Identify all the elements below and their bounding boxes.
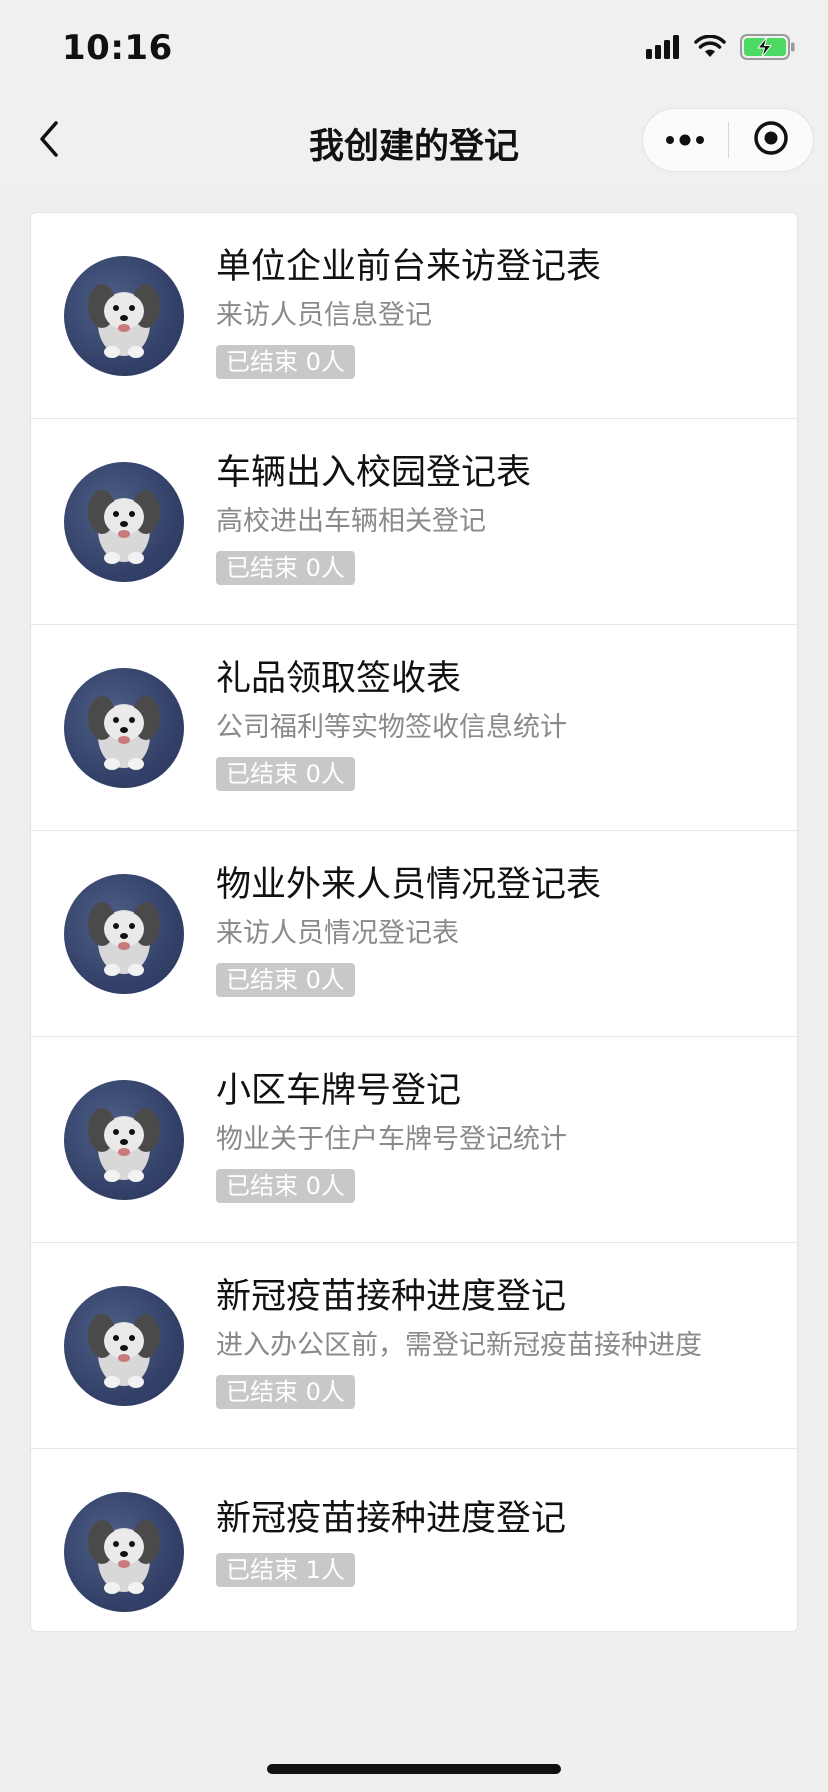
nav-bar: 我创建的登记 (0, 98, 828, 188)
list-item[interactable]: 物业外来人员情况登记表 来访人员情况登记表 已结束 0人 (31, 831, 797, 1037)
list-item-text: 新冠疫苗接种进度登记 已结束 1人 (216, 1497, 777, 1587)
list-item-title: 物业外来人员情况登记表 (216, 865, 602, 905)
dog-avatar-image (64, 1080, 184, 1200)
list-item-text: 礼品领取签收表 公司福利等实物签收信息统计 已结束 0人 (216, 657, 777, 791)
list-item-text: 单位企业前台来访登记表 来访人员信息登记 已结束 0人 (216, 245, 777, 379)
list-item[interactable]: 礼品领取签收表 公司福利等实物签收信息统计 已结束 0人 (31, 625, 797, 831)
status-icons (646, 34, 796, 64)
dog-avatar-image (64, 1286, 184, 1406)
dog-avatar-image (64, 668, 184, 788)
list-item-text: 车辆出入校园登记表 高校进出车辆相关登记 已结束 0人 (216, 451, 777, 585)
list-item-subtitle: 来访人员信息登记 (216, 300, 432, 331)
more-button[interactable] (643, 109, 728, 171)
wifi-icon (694, 34, 726, 63)
list-item-title: 新冠疫苗接种进度登记 (216, 1277, 567, 1317)
battery-charging-icon (740, 34, 796, 64)
list-item-title: 礼品领取签收表 (216, 659, 462, 699)
more-dots-icon (665, 131, 705, 150)
home-indicator[interactable] (267, 1764, 561, 1774)
list-item-subtitle: 进入办公区前，需登记新冠疫苗接种进度 (216, 1330, 702, 1361)
list-item-text: 新冠疫苗接种进度登记 进入办公区前，需登记新冠疫苗接种进度 已结束 0人 (216, 1275, 777, 1409)
status-badge: 已结束 0人 (216, 345, 355, 379)
list-item-title: 车辆出入校园登记表 (216, 453, 532, 493)
list-item-text: 小区车牌号登记 物业关于住户车牌号登记统计 已结束 0人 (216, 1069, 777, 1203)
list-item-title: 单位企业前台来访登记表 (216, 247, 602, 287)
dog-avatar-image (64, 874, 184, 994)
list-item[interactable]: 新冠疫苗接种进度登记 已结束 1人 (31, 1449, 797, 1631)
status-bar: 10:16 (0, 0, 828, 98)
status-badge: 已结束 1人 (216, 1553, 355, 1587)
status-badge: 已结束 0人 (216, 1169, 355, 1203)
registration-list: 单位企业前台来访登记表 来访人员信息登记 已结束 0人 车辆出入校园登记表 高校… (30, 212, 798, 1632)
list-item[interactable]: 单位企业前台来访登记表 来访人员信息登记 已结束 0人 (31, 213, 797, 419)
status-badge: 已结束 0人 (216, 1375, 355, 1409)
list-item-subtitle: 公司福利等实物签收信息统计 (216, 712, 567, 743)
list-item-text: 物业外来人员情况登记表 来访人员情况登记表 已结束 0人 (216, 863, 777, 997)
close-button[interactable] (729, 109, 814, 171)
status-time: 10:16 (62, 28, 173, 68)
dog-avatar-image (64, 462, 184, 582)
cellular-signal-icon (646, 35, 680, 63)
list-item-subtitle: 高校进出车辆相关登记 (216, 506, 486, 537)
status-badge: 已结束 0人 (216, 757, 355, 791)
status-badge: 已结束 0人 (216, 963, 355, 997)
dog-avatar-image (64, 256, 184, 376)
list-item-title: 新冠疫苗接种进度登记 (216, 1499, 567, 1539)
list-item-subtitle: 来访人员情况登记表 (216, 918, 459, 949)
list-item[interactable]: 小区车牌号登记 物业关于住户车牌号登记统计 已结束 0人 (31, 1037, 797, 1243)
list-item[interactable]: 新冠疫苗接种进度登记 进入办公区前，需登记新冠疫苗接种进度 已结束 0人 (31, 1243, 797, 1449)
mini-program-close-icon (753, 120, 789, 160)
status-badge: 已结束 0人 (216, 551, 355, 585)
mini-program-capsule (642, 108, 814, 172)
dog-avatar-image (64, 1492, 184, 1612)
list-item[interactable]: 车辆出入校园登记表 高校进出车辆相关登记 已结束 0人 (31, 419, 797, 625)
list-item-title: 小区车牌号登记 (216, 1071, 462, 1111)
list-item-subtitle: 物业关于住户车牌号登记统计 (216, 1124, 567, 1155)
